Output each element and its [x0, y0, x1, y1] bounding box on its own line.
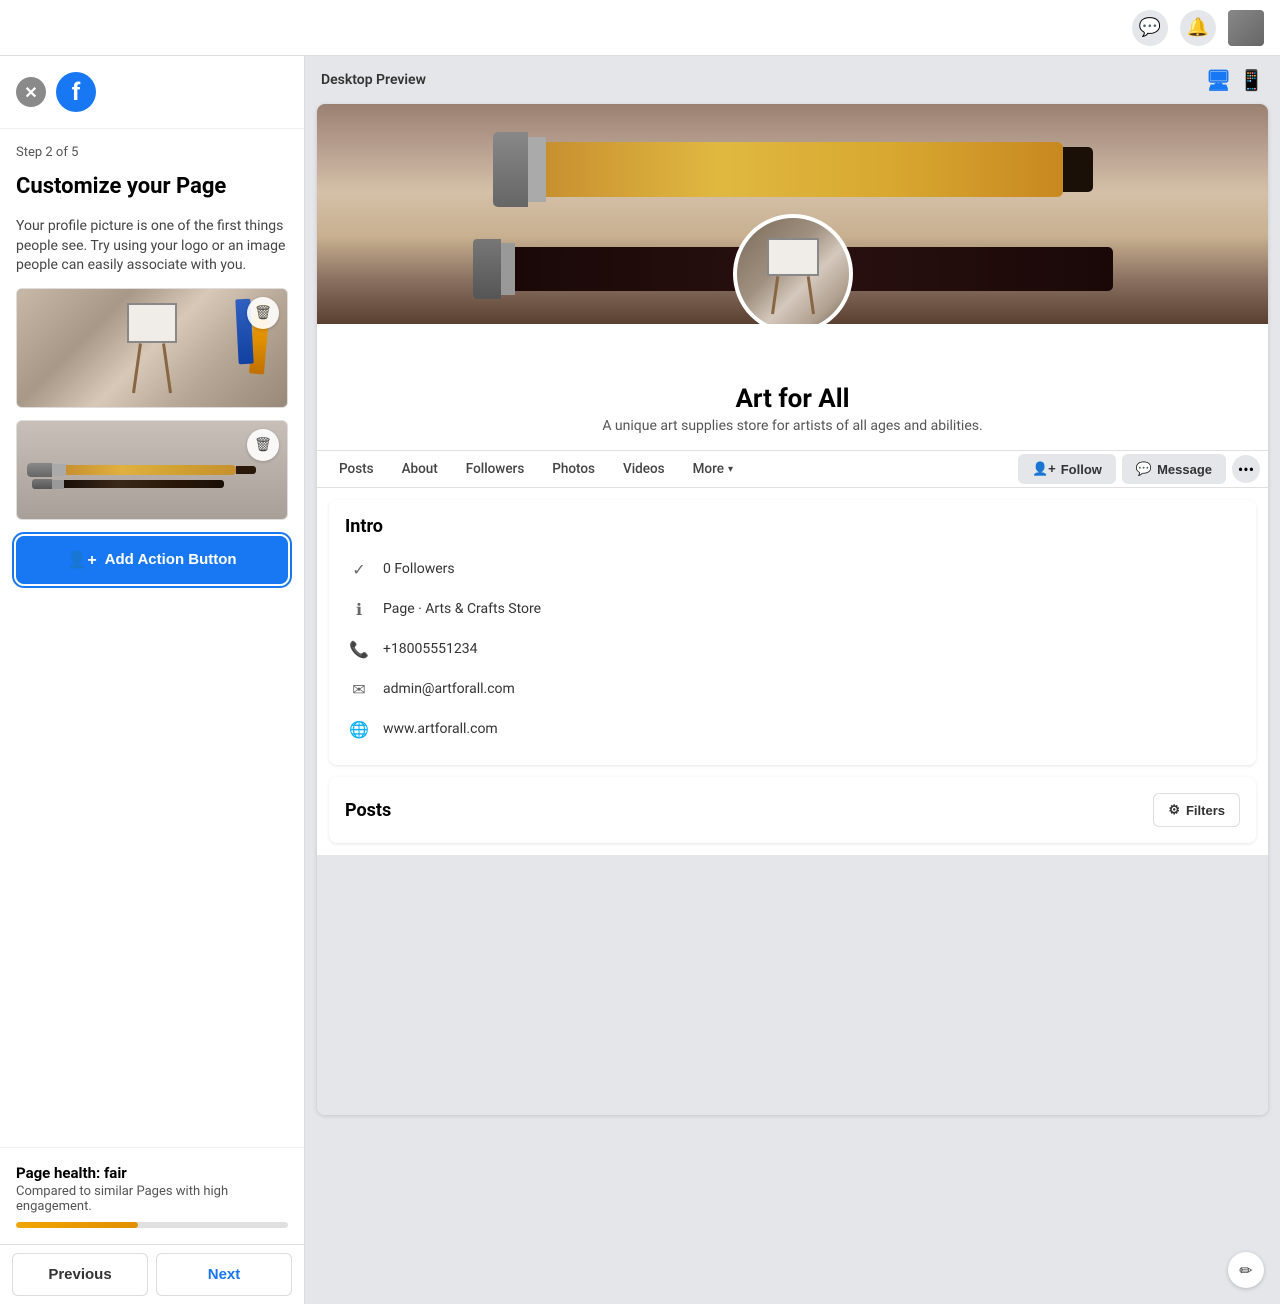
profile-picture	[733, 214, 853, 324]
main-layout: ✕ f Step 2 of 5 Customize your Page Your…	[0, 56, 1280, 1304]
filters-button[interactable]: ⚙ Filters	[1153, 793, 1240, 827]
posts-title: Posts	[345, 800, 391, 821]
phone-icon: 📞	[345, 635, 373, 663]
intro-type-row: ℹ Page · Arts & Crafts Store	[345, 589, 1240, 629]
message-icon: 💬	[1136, 461, 1152, 477]
follow-button[interactable]: 👤+ Follow	[1018, 454, 1116, 484]
profile-image-card-1: 🗑	[16, 288, 288, 408]
nav-posts[interactable]: Posts	[325, 451, 388, 487]
page-nav-actions: 👤+ Follow 💬 Message •••	[1018, 454, 1260, 484]
intro-website: www.artforall.com	[383, 721, 498, 737]
add-action-button[interactable]: 👤+ Add Action Button	[16, 536, 288, 584]
nav-followers[interactable]: Followers	[452, 451, 538, 487]
page-health-sub: Compared to similar Pages with high enga…	[16, 1184, 288, 1214]
right-panel: Desktop Preview 🖥 📱	[305, 56, 1280, 1304]
more-actions-button[interactable]: •••	[1232, 455, 1260, 483]
notifications-icon[interactable]: 🔔	[1180, 10, 1216, 46]
nav-more[interactable]: More ▾	[679, 451, 747, 487]
cover-photo-area	[317, 104, 1268, 324]
desktop-preview-icon[interactable]: 🖥	[1206, 68, 1231, 92]
panel-header: ✕ f	[0, 56, 304, 129]
message-button[interactable]: 💬 Message	[1122, 454, 1226, 484]
panel-title: Customize your Page	[16, 174, 288, 199]
intro-website-row: 🌐 www.artforall.com	[345, 709, 1240, 749]
edit-overlay-button[interactable]: ✏	[1228, 1252, 1264, 1288]
filters-icon: ⚙	[1168, 802, 1180, 818]
step-label: Step 2 of 5	[16, 145, 288, 160]
mobile-preview-icon[interactable]: 📱	[1239, 68, 1264, 92]
globe-icon: 🌐	[345, 715, 373, 743]
follow-icon: 👤+	[1032, 461, 1056, 477]
posts-card: Posts ⚙ Filters	[329, 777, 1256, 843]
intro-phone-row: 📞 +18005551234	[345, 629, 1240, 669]
page-info-section: Art for All A unique art supplies store …	[317, 324, 1268, 450]
nav-videos[interactable]: Videos	[609, 451, 679, 487]
intro-email: admin@artforall.com	[383, 681, 515, 697]
followers-icon: ✓	[345, 555, 373, 583]
intro-page-type: Page · Arts & Crafts Store	[383, 601, 541, 617]
posts-empty-area	[317, 855, 1268, 1115]
page-tagline: A unique art supplies store for artists …	[333, 418, 1252, 434]
top-bar: 💬 🔔	[0, 0, 1280, 56]
previous-button[interactable]: Previous	[12, 1253, 148, 1296]
page-nav: Posts About Followers Photos Videos More…	[317, 450, 1268, 488]
panel-description: Your profile picture is one of the first…	[16, 217, 288, 276]
info-icon: ℹ	[345, 595, 373, 623]
intro-card: Intro ✓ 0 Followers ℹ Page · Arts & Craf…	[329, 500, 1256, 765]
intro-followers: 0 Followers	[383, 561, 455, 577]
preview-title: Desktop Preview	[321, 72, 426, 88]
fb-page-preview: Art for All A unique art supplies store …	[317, 104, 1268, 1115]
follow-label: Follow	[1061, 462, 1102, 477]
preview-icons: 🖥 📱	[1206, 68, 1264, 92]
next-button[interactable]: Next	[156, 1253, 292, 1296]
page-health-section: Page health: fair Compared to similar Pa…	[0, 1147, 304, 1244]
delete-image-1-button[interactable]: 🗑	[247, 297, 279, 329]
user-avatar[interactable]	[1228, 10, 1264, 46]
filters-label: Filters	[1186, 803, 1225, 818]
nav-about[interactable]: About	[388, 451, 452, 487]
page-health-label: Page health: fair	[16, 1164, 288, 1182]
intro-followers-row: ✓ 0 Followers	[345, 549, 1240, 589]
profile-image-card-2: 🗑	[16, 420, 288, 520]
close-button[interactable]: ✕	[16, 77, 46, 107]
health-bar-track	[16, 1222, 288, 1228]
nav-photos[interactable]: Photos	[538, 451, 609, 487]
add-action-label: Add Action Button	[105, 551, 237, 568]
intro-title: Intro	[345, 516, 1240, 537]
messenger-icon[interactable]: 💬	[1132, 10, 1168, 46]
left-panel: ✕ f Step 2 of 5 Customize your Page Your…	[0, 56, 305, 1304]
preview-header: Desktop Preview 🖥 📱	[305, 56, 1280, 104]
panel-content: Step 2 of 5 Customize your Page Your pro…	[0, 129, 304, 1147]
add-action-icon: 👤+	[67, 550, 96, 570]
delete-image-2-button[interactable]: 🗑	[247, 429, 279, 461]
nav-buttons: Previous Next	[0, 1244, 304, 1304]
page-name: Art for All	[333, 384, 1252, 414]
intro-phone: +18005551234	[383, 641, 478, 657]
message-label: Message	[1157, 462, 1212, 477]
facebook-logo: f	[56, 72, 96, 112]
intro-email-row: ✉ admin@artforall.com	[345, 669, 1240, 709]
health-bar-fill	[16, 1222, 138, 1228]
email-icon: ✉	[345, 675, 373, 703]
